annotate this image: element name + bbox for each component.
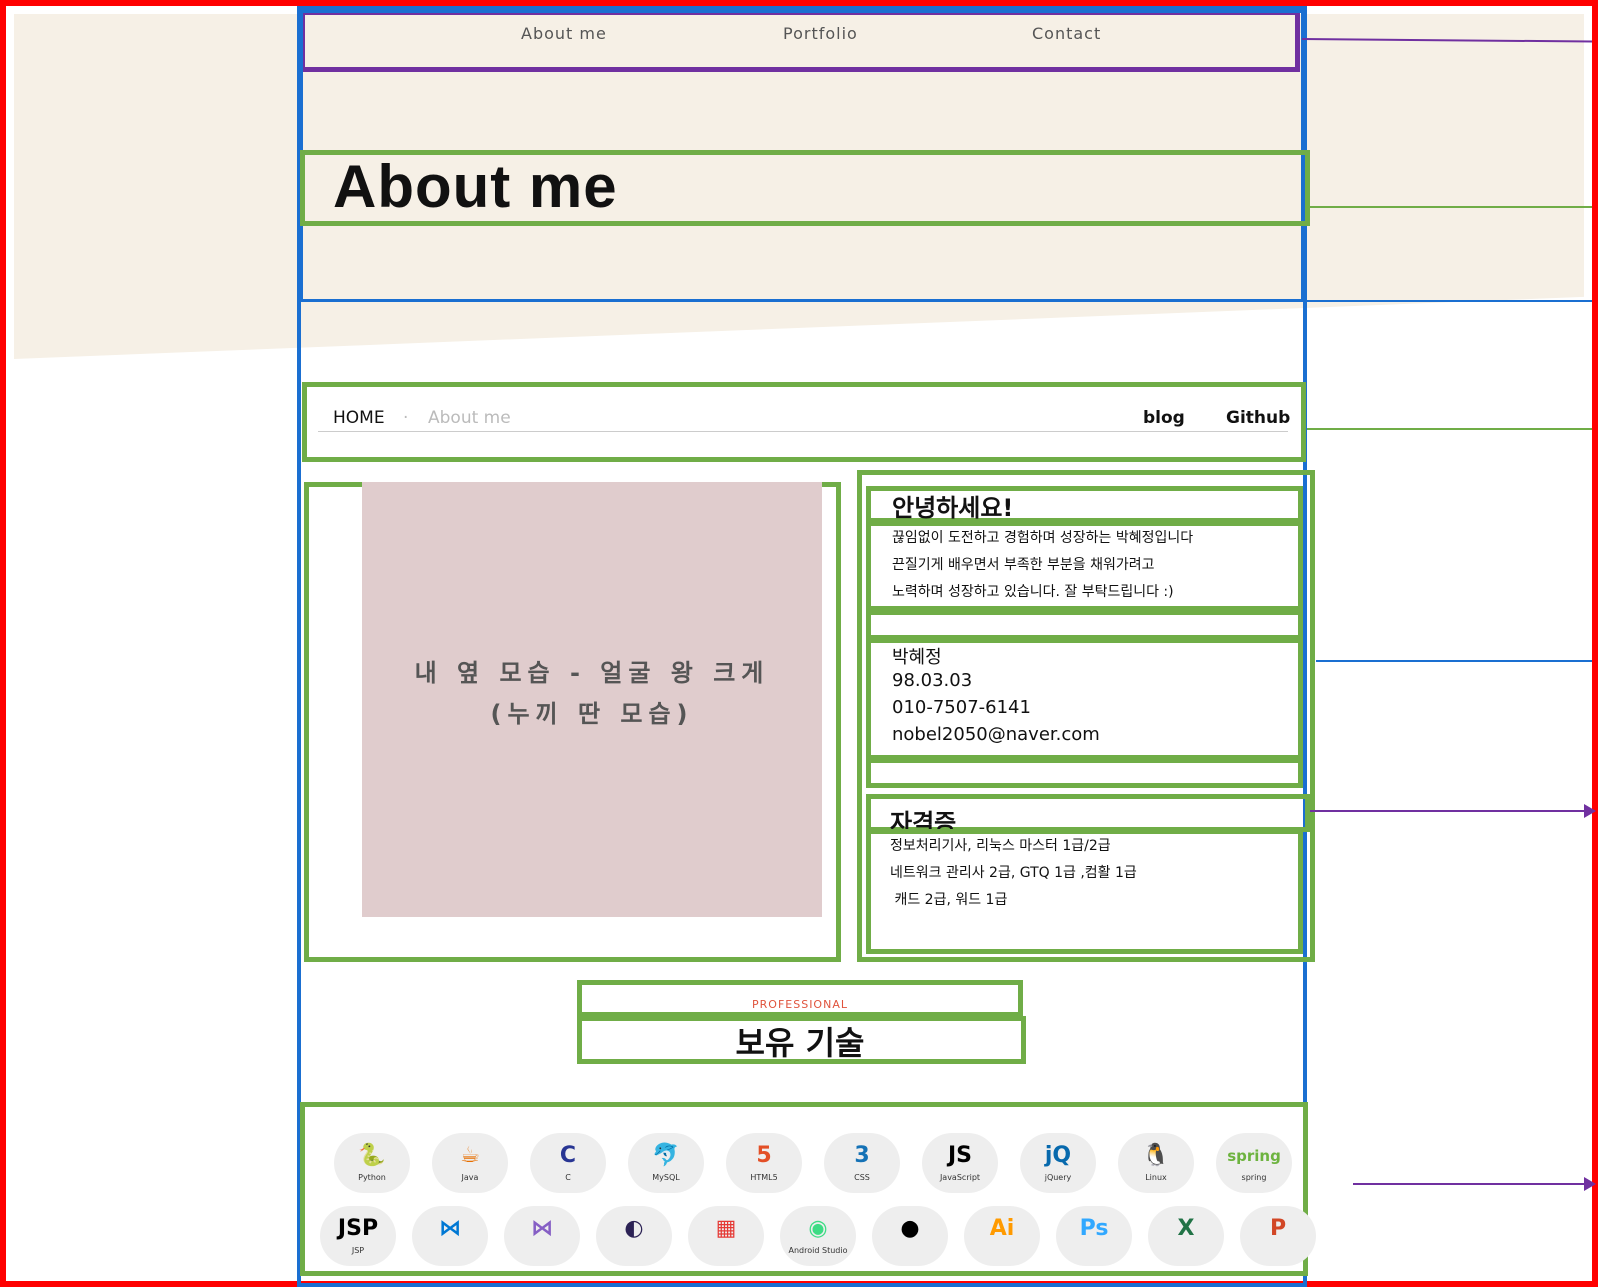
spacer-box-1 — [866, 610, 1303, 640]
skill-excel: X — [1148, 1206, 1224, 1266]
skill-label: JavaScript — [939, 1173, 981, 1182]
spacer-box-2 — [866, 758, 1303, 788]
jquery-icon: jQ — [1044, 1143, 1072, 1168]
skills-title: 보유 기술 — [735, 1024, 865, 1062]
skill-label: Linux — [1145, 1173, 1167, 1182]
linux-icon: 🐧 — [1142, 1143, 1170, 1168]
python-icon: 🐍 — [358, 1143, 386, 1168]
skill-label: Android Studio — [788, 1246, 848, 1255]
html5-icon: 5 — [756, 1143, 772, 1168]
skill-label: CSS — [854, 1173, 870, 1182]
skill-label: HTML5 — [750, 1173, 778, 1182]
annotation-arrow-cert — [1310, 810, 1592, 812]
c-icon: C — [559, 1143, 577, 1168]
powerpoint-icon: P — [1269, 1216, 1287, 1241]
intro-heading: 안녕하세요! — [892, 494, 1014, 522]
skill-javascript: JS JavaScript — [922, 1133, 998, 1193]
skill-vscode: ⋈ — [412, 1206, 488, 1266]
skill-github: ● — [872, 1206, 948, 1266]
photoshop-icon: Ps — [1079, 1216, 1109, 1241]
skill-powerpoint: P — [1240, 1206, 1316, 1266]
annotation-arrowhead-skills — [1584, 1177, 1596, 1191]
javascript-icon: JS — [947, 1143, 973, 1168]
skill-mysql: 🐬 MySQL — [628, 1133, 704, 1193]
skill-label: C — [565, 1173, 571, 1182]
blog-link[interactable]: blog — [1143, 408, 1185, 428]
java-icon: ☕ — [460, 1143, 480, 1168]
skill-label: MySQL — [652, 1173, 680, 1182]
jsp-icon: JSP — [337, 1216, 379, 1241]
skill-label: Python — [358, 1173, 386, 1182]
skill-python: 🐍 Python — [334, 1133, 410, 1193]
mysql-icon: 🐬 — [652, 1143, 680, 1168]
profile-birth: 98.03.03 — [892, 670, 973, 691]
github-link[interactable]: Github — [1226, 408, 1290, 428]
android-studio-icon: ◉ — [808, 1216, 828, 1241]
intro-line-3: 노력하며 성장하고 있습니다. 잘 부탁드립니다 :) — [892, 584, 1174, 600]
skill-label: spring — [1241, 1173, 1267, 1182]
skill-eclipse: ◐ — [596, 1206, 672, 1266]
illustrator-icon: Ai — [989, 1216, 1015, 1241]
css-icon: 3 — [854, 1143, 870, 1168]
skill-jsp: JSP JSP — [320, 1206, 396, 1266]
excel-icon: X — [1177, 1216, 1195, 1241]
photo-caption-2: (누끼 딴 모습) — [490, 700, 694, 728]
profile-name: 박혜정 — [892, 647, 942, 668]
annotation-arrow-title — [1310, 206, 1592, 208]
windows-icon: ▦ — [715, 1216, 737, 1241]
skill-html5: 5 HTML5 — [726, 1133, 802, 1193]
skill-c: CC — [530, 1133, 606, 1193]
skill-visual-studio: ⋈ — [504, 1206, 580, 1266]
skill-label: JSP — [351, 1246, 365, 1255]
skill-android-studio: ◉ Android Studio — [780, 1206, 856, 1266]
visual-studio-icon: ⋈ — [531, 1216, 553, 1241]
cert-line-2: 네트워크 관리사 2급, GTQ 1급 ,컴활 1급 — [890, 865, 1137, 881]
skill-windows: ▦ — [688, 1206, 764, 1266]
intro-line-1: 끊임없이 도전하고 경험하며 성장하는 박혜정입니다 — [892, 530, 1194, 546]
annotation-arrow-skills — [1353, 1183, 1592, 1185]
skill-label: jQuery — [1044, 1173, 1072, 1182]
spring-icon: spring — [1227, 1147, 1281, 1165]
annotation-arrow-breadcrumb — [1307, 428, 1592, 430]
cert-line-3: 캐드 2급, 워드 1급 — [890, 892, 1008, 908]
breadcrumb-current: About me — [428, 408, 511, 428]
annotation-arrow-info — [1316, 660, 1592, 662]
profile-phone: 010-7507-6141 — [892, 697, 1031, 718]
eclipse-icon: ◐ — [624, 1216, 644, 1241]
vscode-icon: ⋈ — [439, 1216, 461, 1241]
skill-illustrator: Ai — [964, 1206, 1040, 1266]
github-icon: ● — [900, 1216, 920, 1241]
intro-line-2: 끈질기게 배우면서 부족한 부분을 채워가려고 — [892, 557, 1155, 573]
breadcrumb-divider — [318, 431, 1288, 432]
breadcrumb-separator: · — [403, 408, 409, 428]
annotation-arrowhead-cert — [1584, 804, 1596, 818]
skill-jquery: jQ jQuery — [1020, 1133, 1096, 1193]
skill-spring: spring spring — [1216, 1133, 1292, 1193]
annotation-arrow-hero — [1304, 300, 1592, 302]
skill-java: ☕ Java — [432, 1133, 508, 1193]
breadcrumb-home[interactable]: HOME — [333, 408, 385, 428]
skill-css: 3 CSS — [824, 1133, 900, 1193]
skills-eyebrow: PROFESSIONAL — [752, 998, 848, 1011]
cert-line-1: 정보처리기사, 리눅스 마스터 1급/2급 — [890, 838, 1111, 854]
photo-caption-1: 내 옆 모습 - 얼굴 왕 크게 — [414, 659, 770, 687]
skill-linux: 🐧 Linux — [1118, 1133, 1194, 1193]
page-title: About me — [333, 153, 618, 220]
profile-email[interactable]: nobel2050@naver.com — [892, 724, 1100, 745]
skill-photoshop: Ps — [1056, 1206, 1132, 1266]
skill-label: Java — [461, 1173, 479, 1182]
